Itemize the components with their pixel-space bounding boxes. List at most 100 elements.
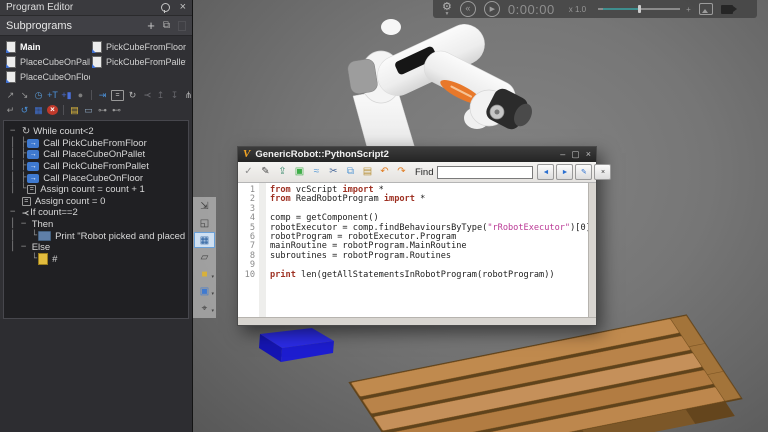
speed-slider[interactable]: [598, 4, 680, 14]
continue-statement-icon[interactable]: ↧: [169, 89, 180, 101]
undo-icon[interactable]: ↶: [378, 165, 391, 179]
copy-icon[interactable]: ⧉: [344, 165, 357, 179]
edit-tool-icon[interactable]: ✎: [259, 165, 272, 179]
origin-frame-icon[interactable]: ⌖▾: [194, 300, 215, 316]
wait-signal-icon[interactable]: ▦: [33, 104, 44, 116]
render-mode-icon[interactable]: ■▾: [194, 266, 215, 282]
tree-item[interactable]: = Assign count = 0: [10, 196, 186, 208]
code-editor[interactable]: 1from vcScript import *2from ReadRobotPr…: [238, 183, 596, 317]
paste-icon[interactable]: ▤: [361, 165, 374, 179]
monitor-icon[interactable]: ▭: [83, 104, 94, 116]
python-script-window: V GenericRobot::PythonScript2 – ▢ × ✓ ✎ ⇪ ▣…: [237, 146, 597, 326]
close-find-button[interactable]: ×: [594, 164, 611, 180]
simulation-settings-button[interactable]: ⚙ ▼: [442, 2, 452, 16]
break-statement-icon[interactable]: ↥: [155, 89, 166, 101]
horizontal-scrollbar[interactable]: [238, 317, 596, 325]
camera-view-icon[interactable]: ▣▾: [194, 283, 215, 299]
tree-item[interactable]: │ − Else: [10, 242, 186, 254]
subprogram-item[interactable]: PlaceCubeOnFloor: [6, 71, 90, 83]
tree-item[interactable]: − ↻While count<2: [10, 126, 186, 138]
tree-item[interactable]: │ ├→Call PlaceCubeOnFloor: [10, 172, 186, 184]
close-button[interactable]: ×: [586, 150, 591, 159]
tree-guides: │ ├: [10, 174, 26, 183]
subprogram-item[interactable]: Main: [6, 41, 90, 53]
grasp-icon[interactable]: ●: [75, 89, 86, 101]
pin-icon[interactable]: [161, 3, 170, 12]
maximize-button[interactable]: ▢: [571, 150, 580, 159]
script-window-titlebar[interactable]: V GenericRobot::PythonScript2 – ▢ ×: [238, 147, 596, 162]
speed-increase-icon[interactable]: +: [686, 5, 691, 14]
reset-simulation-button[interactable]: «: [460, 1, 476, 17]
orthographic-view-icon[interactable]: ▱: [194, 249, 215, 265]
comment-icon[interactable]: ▤: [69, 104, 80, 116]
panel-title: Program Editor: [6, 2, 161, 13]
halt-icon[interactable]: +T: [47, 89, 58, 101]
subprogram-doc-icon: [6, 71, 16, 83]
find-input[interactable]: [437, 166, 533, 179]
close-panel-icon[interactable]: ×: [180, 2, 186, 13]
subprogram-doc-icon: [6, 56, 16, 68]
find-previous-button[interactable]: ◄: [537, 164, 554, 180]
delay-icon[interactable]: ◷: [33, 89, 44, 101]
play-simulation-button[interactable]: ▶: [484, 1, 500, 17]
subprogram-item[interactable]: PickCubeFromFloor: [92, 41, 186, 53]
simulation-time: 0:00:00: [508, 2, 555, 17]
if-statement-icon[interactable]: Y: [141, 90, 153, 101]
code-area[interactable]: 1from vcScript import *2from ReadRobotPr…: [238, 183, 589, 317]
tree-item[interactable]: │ └=Assign count = count + 1: [10, 184, 186, 196]
simulation-speed: x 1.0: [569, 5, 586, 14]
export-icon[interactable]: ⇪: [276, 165, 289, 179]
code-line: 10print len(getAllStatementsInRobotProgr…: [238, 271, 589, 280]
sync-statement-icon[interactable]: ↺: [19, 104, 30, 116]
frame-view-icon[interactable]: ◱: [194, 215, 215, 231]
subprogram-item[interactable]: PlaceCubeOnPallet: [6, 56, 90, 68]
assign-statement-icon: =: [27, 185, 36, 194]
print-statement-icon: [38, 231, 51, 241]
call-subroutine-icon[interactable]: ⇥: [97, 89, 108, 101]
vertical-scrollbar[interactable]: [588, 183, 596, 317]
tree-item-label: Print "Robot picked and placed a cube": [55, 231, 189, 242]
tree-item[interactable]: − YIf count==2: [10, 207, 186, 219]
tree-item[interactable]: │ ├→Call PickCubeFromFloor: [10, 138, 186, 150]
set-output-icon[interactable]: ⊶: [97, 104, 108, 116]
tree-item[interactable]: └#: [10, 254, 186, 266]
delete-subprogram-icon[interactable]: [178, 21, 186, 31]
duplicate-subprogram-icon[interactable]: ⧉: [163, 21, 170, 31]
import-icon[interactable]: ▣: [293, 165, 306, 179]
slider-handle[interactable]: [638, 5, 641, 13]
assign-variable-icon[interactable]: =: [111, 90, 124, 101]
screenshot-icon[interactable]: [699, 3, 713, 15]
plan-view-icon[interactable]: ▦: [194, 232, 215, 248]
fit-view-icon[interactable]: ⇲: [194, 198, 215, 214]
branch-statement-icon[interactable]: ⋔: [183, 89, 194, 101]
remote-call-icon[interactable]: +▮: [61, 89, 72, 101]
tree-item[interactable]: │ ├→Call PickCubeFromPallet: [10, 161, 186, 173]
compile-icon[interactable]: ✓: [242, 165, 255, 179]
linear-motion-icon[interactable]: ↘: [19, 89, 30, 101]
return-statement-icon[interactable]: ↵: [5, 104, 16, 116]
wait-input-icon[interactable]: ⊷: [111, 104, 122, 116]
tree-item-label: While count<2: [33, 126, 93, 137]
tree-item[interactable]: │ └Print "Robot picked and placed a cube…: [10, 230, 186, 242]
chevron-down-icon: ▼: [444, 12, 449, 16]
highlight-all-button[interactable]: ✎: [575, 164, 592, 180]
delete-statement-icon[interactable]: ×: [47, 105, 58, 115]
redo-icon[interactable]: ↷: [395, 165, 408, 179]
code-line: 8subroutines = robotProgram.Routines: [238, 252, 589, 261]
trace-icon[interactable]: ≈: [310, 165, 323, 179]
subprogram-item[interactable]: PickCubeFromPallet: [92, 56, 186, 68]
record-video-icon[interactable]: [721, 5, 733, 14]
tree-item-label: Assign count = 0: [35, 196, 106, 207]
while-statement-icon[interactable]: ↻: [127, 89, 138, 101]
add-subprogram-icon[interactable]: +: [147, 19, 155, 32]
find-next-button[interactable]: ►: [556, 164, 573, 180]
minimize-button[interactable]: –: [560, 150, 565, 159]
ptp-motion-icon[interactable]: ↗: [5, 89, 16, 101]
tree-guides: │ −: [10, 220, 32, 229]
cut-icon[interactable]: ✂: [327, 165, 340, 179]
assign-statement-icon: =: [22, 197, 31, 206]
line-number: 8: [238, 252, 259, 261]
tree-item[interactable]: │ − Then: [10, 219, 186, 231]
tree-item[interactable]: │ ├→Call PlaceCubeOnPallet: [10, 149, 186, 161]
find-label: Find: [415, 167, 433, 178]
